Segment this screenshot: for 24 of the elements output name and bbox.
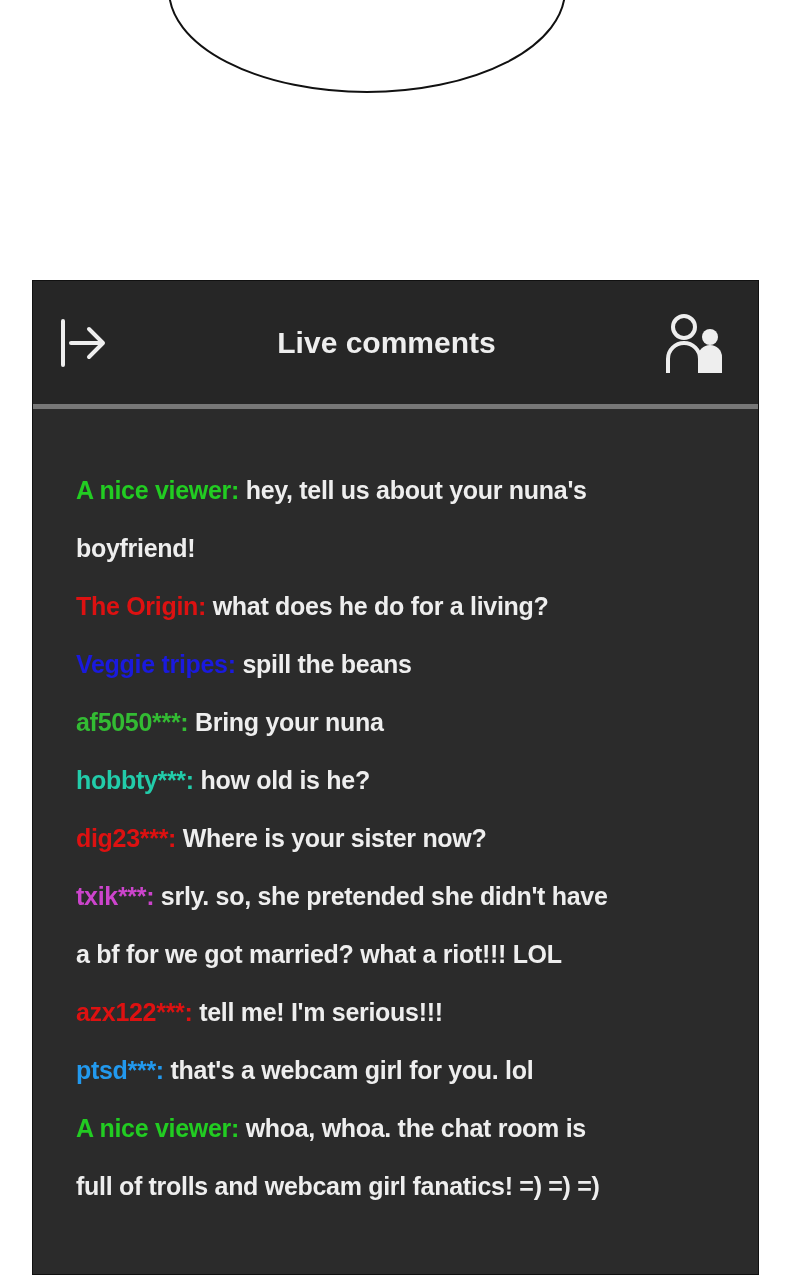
username: txik***: [76, 882, 155, 910]
comment-text: what does he do for a living? [212, 592, 549, 620]
comment-text: whoa, whoa. the chat room is [245, 1114, 586, 1142]
comment-text: Where is your sister now? [182, 824, 487, 852]
comment-text: how old is he? [200, 766, 370, 794]
comment-text: srly. so, she pretended she didn't have [160, 882, 608, 910]
username: af5050***: [76, 708, 189, 736]
username: A nice viewer: [76, 1114, 239, 1142]
username: azx122***: [76, 998, 193, 1026]
username: ptsd***: [76, 1056, 164, 1084]
username: dig23***: [76, 824, 177, 852]
comment-text: tell me! I'm serious!!! [199, 998, 443, 1026]
username: Veggie tripes: [76, 650, 236, 678]
comment-text: full of trolls and webcam girl fanatics! =) =) =) [76, 1172, 600, 1200]
comment-text: that's a webcam girl for you. lol [170, 1056, 534, 1084]
username: The Origin: [76, 592, 207, 620]
comment-text: boyfriend! [76, 534, 196, 562]
comment-text: spill the beans [242, 650, 412, 678]
chat-title: Live comments [277, 324, 496, 361]
username: hobbty***: [76, 766, 194, 794]
username: A nice viewer: [76, 476, 239, 504]
comment-text: Bring your nuna [195, 708, 384, 736]
comment-text: hey, tell us about your nuna's [245, 476, 587, 504]
comment-text: a bf for we got married? what a riot!!! LOL [76, 940, 562, 968]
